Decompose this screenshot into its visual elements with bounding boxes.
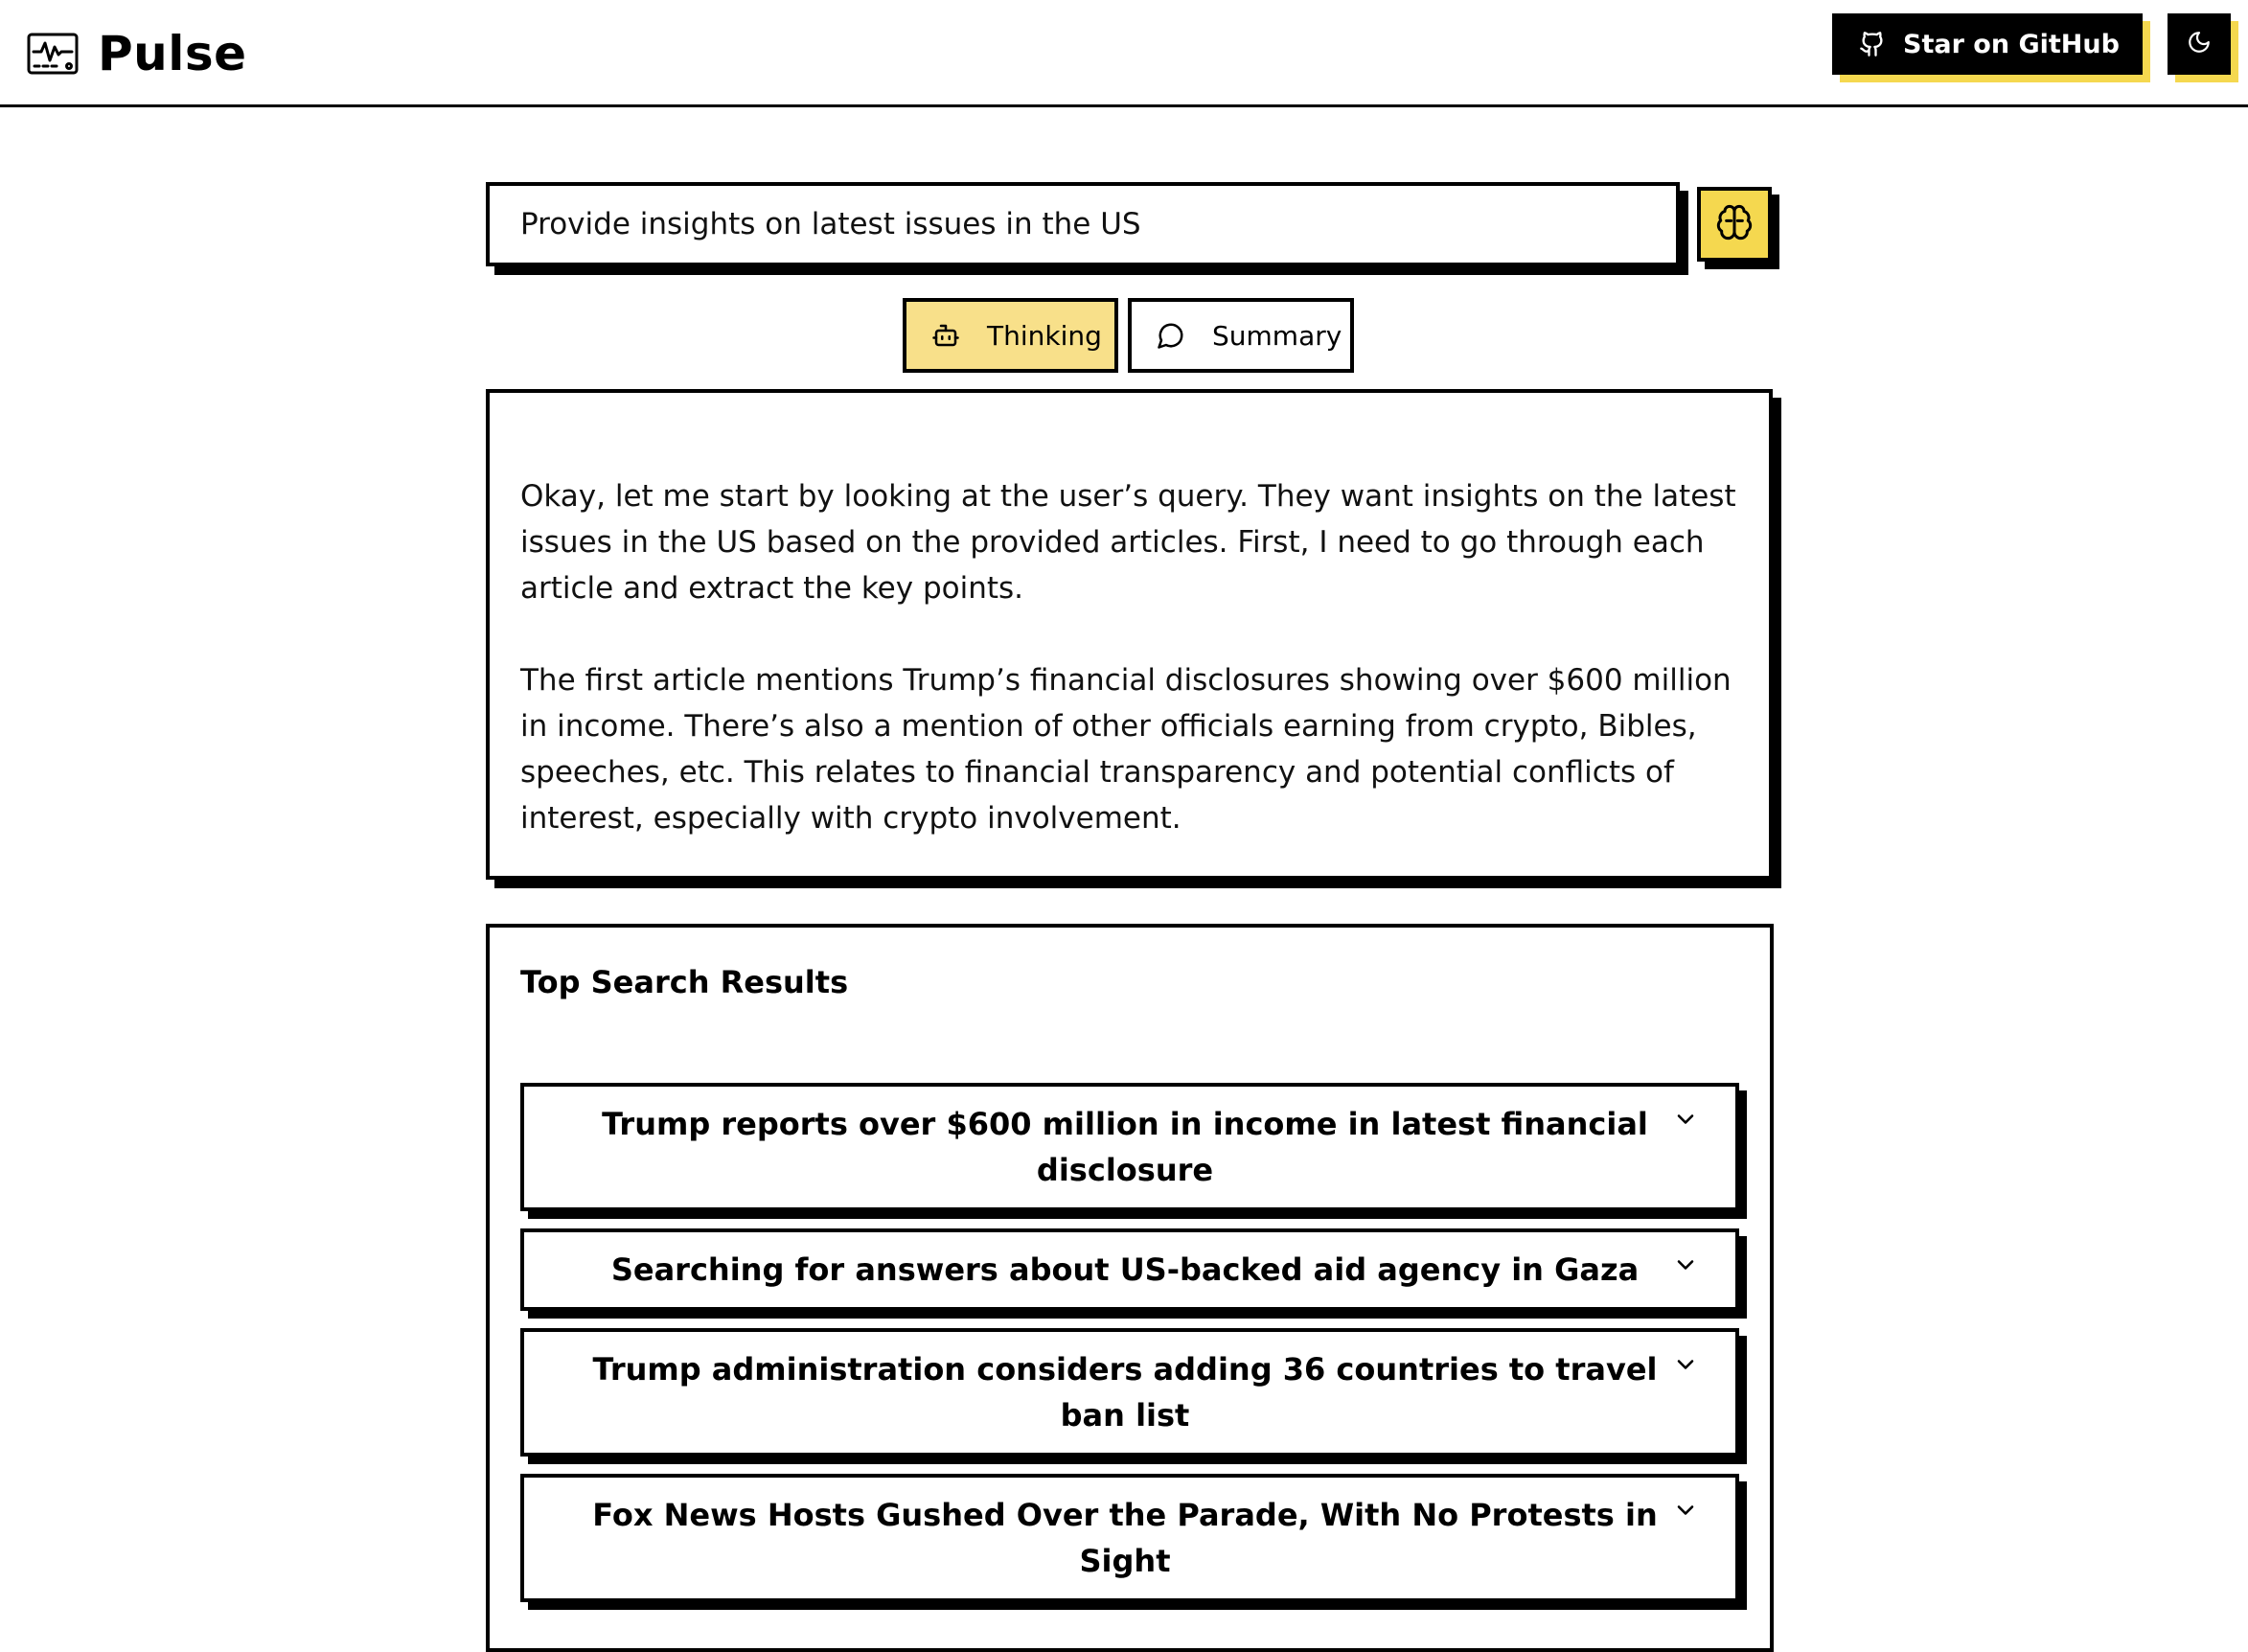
- chevron-down-icon[interactable]: [1672, 1106, 1699, 1133]
- result-item[interactable]: Trump administration considers adding 36…: [520, 1328, 1739, 1457]
- result-item[interactable]: Fox News Hosts Gushed Over the Parade, W…: [520, 1474, 1739, 1602]
- theme-toggle-button[interactable]: [2168, 13, 2231, 75]
- tab-summary-label: Summary: [1212, 319, 1342, 352]
- result-title: Fox News Hosts Gushed Over the Parade, W…: [592, 1497, 1658, 1579]
- thinking-panel: Okay, let me start by looking at the use…: [486, 389, 1773, 880]
- results-heading: Top Search Results: [520, 964, 849, 1000]
- result-title: Trump administration considers adding 36…: [592, 1351, 1658, 1434]
- app-header: Pulse Star on GitHub: [0, 0, 2248, 107]
- monitor-pulse-icon: [27, 32, 79, 76]
- thinking-paragraph: The first article mentions Trump’s finan…: [520, 663, 1732, 836]
- tab-thinking-label: Thinking: [987, 319, 1102, 352]
- message-circle-icon: [1157, 320, 1187, 351]
- result-item[interactable]: Searching for answers about US-backed ai…: [520, 1228, 1739, 1311]
- chevron-down-icon[interactable]: [1672, 1351, 1699, 1378]
- github-icon: [1859, 31, 1886, 57]
- search-results-panel: Top Search Results Trump reports over $6…: [486, 924, 1774, 1652]
- star-on-github-button[interactable]: Star on GitHub: [1832, 13, 2143, 75]
- brand[interactable]: Pulse: [27, 21, 247, 86]
- chevron-down-icon[interactable]: [1672, 1497, 1699, 1524]
- search-input[interactable]: [486, 182, 1680, 266]
- github-button-label: Star on GitHub: [1903, 29, 2120, 59]
- bot-icon: [931, 320, 962, 351]
- tab-summary[interactable]: Summary: [1128, 298, 1354, 373]
- result-title: Searching for answers about US-backed ai…: [610, 1251, 1640, 1288]
- result-title: Trump reports over $600 million in incom…: [602, 1106, 1648, 1188]
- brain-icon: [1715, 203, 1754, 246]
- think-submit-button[interactable]: [1697, 187, 1772, 262]
- tab-thinking[interactable]: Thinking: [903, 298, 1118, 373]
- chevron-down-icon[interactable]: [1672, 1251, 1699, 1278]
- moon-icon: [2187, 30, 2212, 59]
- app-title: Pulse: [98, 26, 247, 81]
- result-item[interactable]: Trump reports over $600 million in incom…: [520, 1083, 1739, 1211]
- thinking-paragraph: Okay, let me start by looking at the use…: [520, 479, 1736, 606]
